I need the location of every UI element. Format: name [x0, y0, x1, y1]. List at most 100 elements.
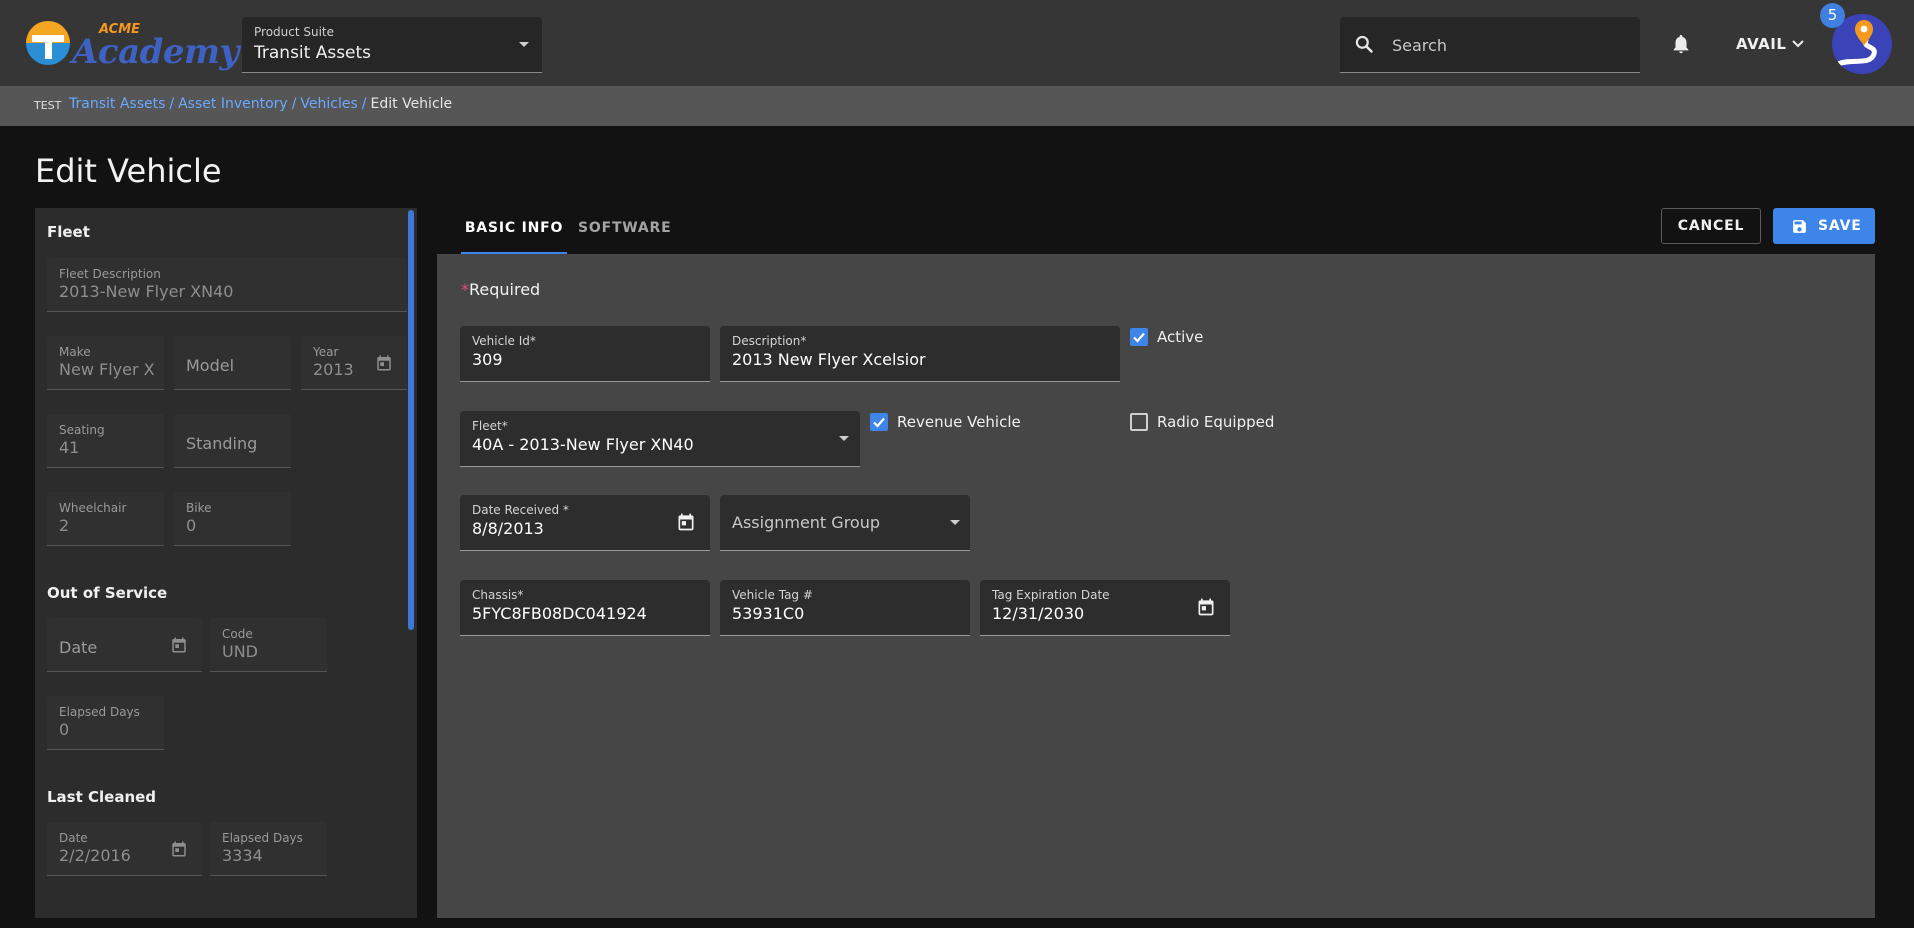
dropdown-caret-icon [950, 520, 960, 525]
vehicle-tag-label: Vehicle Tag # [732, 588, 813, 602]
page-title: Edit Vehicle [35, 152, 222, 190]
field-label: Date [59, 831, 88, 845]
out-of-service-code-field: Code UND [210, 618, 327, 672]
bell-icon[interactable] [1670, 32, 1692, 56]
search-icon [1355, 35, 1373, 53]
vehicle-summary-panel: Fleet Fleet Description 2013-New Flyer X… [35, 208, 417, 918]
fleet-label: Fleet* [472, 419, 508, 433]
notification-badge: 5 [1820, 3, 1845, 28]
required-note: *Required [461, 280, 540, 299]
search-box[interactable] [1340, 17, 1640, 73]
active-checkbox[interactable] [1130, 328, 1148, 346]
tag-expiration-date-field[interactable]: Tag Expiration Date 12/31/2030 [980, 580, 1230, 636]
check-icon [1133, 332, 1145, 343]
field-label: Bike [186, 501, 212, 515]
breadcrumb-transit-assets[interactable]: Transit Assets [69, 96, 165, 112]
field-value: 2013 [313, 360, 354, 379]
fleet-description-field: Fleet Description 2013-New Flyer XN40 [47, 258, 407, 312]
product-suite-label: Product Suite [254, 25, 335, 39]
revenue-vehicle-checkbox[interactable] [870, 413, 888, 431]
chassis-label: Chassis* [472, 588, 524, 602]
app-header: ACME Academy Product Suite Transit Asset… [0, 0, 1914, 86]
dropdown-caret-icon [839, 436, 849, 441]
vehicle-tag-field[interactable]: Vehicle Tag # 53931C0 [720, 580, 970, 636]
section-out-of-service-title: Out of Service [47, 584, 168, 602]
breadcrumb-asset-inventory[interactable]: Asset Inventory [178, 96, 288, 112]
breadcrumb-vehicles[interactable]: Vehicles [300, 96, 357, 112]
save-icon [1793, 220, 1806, 233]
save-button[interactable]: SAVE [1773, 208, 1875, 244]
tag-expiration-label: Tag Expiration Date [992, 588, 1110, 602]
section-fleet-title: Fleet [47, 223, 90, 241]
chassis-field[interactable]: Chassis* 5FYC8FB08DC041924 [460, 580, 710, 636]
radio-equipped-label: Radio Equipped [1157, 413, 1275, 431]
field-placeholder: Standing [186, 434, 258, 453]
logo-mark-icon [26, 21, 70, 65]
field-placeholder: Model [186, 356, 235, 375]
description-field[interactable]: Description* 2013 New Flyer Xcelsior [720, 326, 1120, 382]
standing-field: Standing [174, 414, 291, 468]
fleet-select[interactable]: Fleet* 40A - 2013-New Flyer XN40 [460, 411, 860, 467]
required-note-text: Required [469, 280, 541, 299]
breadcrumb: TEST Transit Assets / Asset Inventory / Vehi… [0, 86, 1914, 126]
field-value: 2 [59, 516, 70, 535]
tab-basic-info[interactable]: BASIC INFO [461, 220, 567, 254]
environment-label: TEST [34, 99, 62, 112]
calendar-icon [377, 355, 391, 371]
revenue-vehicle-label: Revenue Vehicle [897, 413, 1021, 431]
vehicle-id-label: Vehicle Id* [472, 334, 536, 348]
field-value: 3334 [222, 846, 263, 865]
radio-equipped-checkbox[interactable] [1130, 413, 1148, 431]
breadcrumb-separator: / [291, 96, 297, 112]
field-label: Seating [59, 423, 105, 437]
calendar-icon[interactable] [676, 512, 696, 532]
last-cleaned-elapsed-field: Elapsed Days 3334 [210, 822, 327, 876]
brand-name: Academy [72, 32, 239, 72]
seating-field: Seating 41 [47, 414, 164, 468]
field-value: New Flyer XN40 [59, 360, 156, 379]
field-value: UND [222, 642, 258, 661]
field-label: Wheelchair [59, 501, 127, 515]
assignment-group-select[interactable]: Assignment Group [720, 495, 970, 551]
field-value: 2/2/2016 [59, 846, 131, 865]
bike-field: Bike 0 [174, 492, 291, 546]
active-label: Active [1157, 328, 1204, 346]
dropdown-caret-icon [519, 42, 529, 47]
calendar-icon [172, 841, 186, 857]
field-label: Code [222, 627, 253, 641]
field-label: Elapsed Days [222, 831, 303, 845]
tag-expiration-value: 12/31/2030 [992, 604, 1085, 623]
out-of-service-elapsed-field: Elapsed Days 0 [47, 696, 164, 750]
vehicle-id-field[interactable]: Vehicle Id* 309 [460, 326, 710, 382]
breadcrumb-separator: / [361, 96, 367, 112]
product-suite-value: Transit Assets [254, 43, 372, 63]
description-value: 2013 New Flyer Xcelsior [732, 350, 926, 369]
breadcrumb-separator: / [169, 96, 175, 112]
field-label: Elapsed Days [59, 705, 140, 719]
chevron-down-icon[interactable] [1790, 36, 1806, 52]
section-last-cleaned-title: Last Cleaned [47, 788, 157, 806]
fleet-value: 40A - 2013-New Flyer XN40 [472, 435, 694, 454]
field-label: Fleet Description [59, 267, 161, 281]
vehicle-tag-value: 53931C0 [732, 604, 805, 623]
breadcrumb-current: Edit Vehicle [370, 96, 453, 112]
date-received-field[interactable]: Date Received * 8/8/2013 [460, 495, 710, 551]
tab-software[interactable]: SOFTWARE [578, 220, 672, 236]
required-star: * [461, 280, 469, 299]
search-input[interactable] [1392, 33, 1622, 57]
cancel-button[interactable]: CANCEL [1661, 208, 1761, 244]
left-panel-scrollbar[interactable] [408, 210, 414, 630]
assignment-group-placeholder: Assignment Group [732, 513, 880, 532]
user-menu-label[interactable]: AVAIL [1736, 35, 1786, 53]
wheelchair-field: Wheelchair 2 [47, 492, 164, 546]
product-suite-select[interactable]: Product Suite Transit Assets [242, 17, 542, 73]
field-value: 0 [59, 720, 70, 739]
calendar-icon[interactable] [1196, 597, 1216, 617]
date-received-label: Date Received * [472, 503, 569, 517]
field-value: 2013-New Flyer XN40 [59, 282, 234, 301]
field-value: 41 [59, 438, 80, 457]
save-button-label: SAVE [1818, 218, 1862, 234]
vehicle-id-value: 309 [472, 350, 503, 369]
make-field: Make New Flyer XN40 [47, 336, 164, 390]
brand-logo[interactable]: ACME Academy [26, 20, 239, 72]
